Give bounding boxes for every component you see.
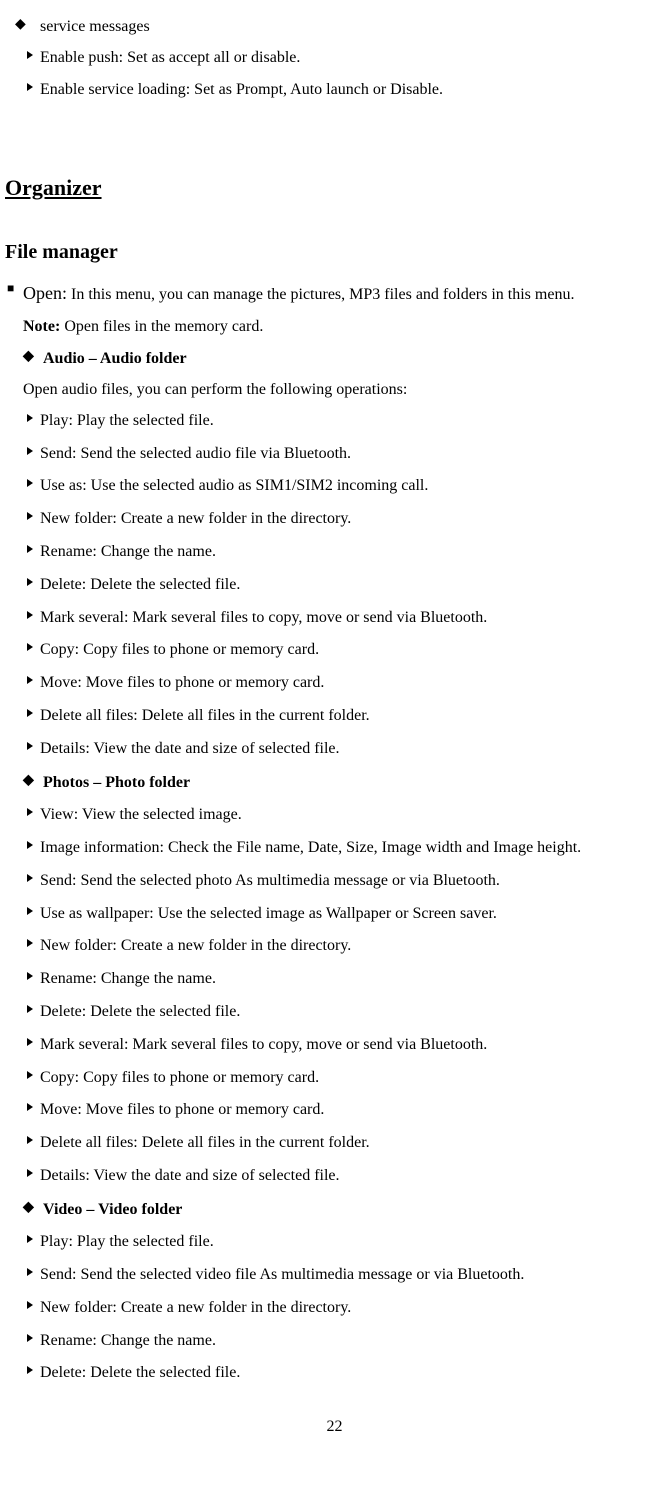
list-item: Move: Move files to phone or memory card…	[5, 669, 664, 698]
service-messages-text: service messages	[40, 18, 150, 35]
list-item: Rename: Change the name.	[5, 538, 664, 567]
enable-service-loading-text: Enable service loading: Set as Prompt, A…	[40, 81, 443, 98]
list-item: Play: Play the selected file.	[5, 407, 664, 436]
audio-folder-heading: Audio – Audio folder	[5, 346, 664, 372]
list-item: Use as wallpaper: Use the selected image…	[5, 900, 664, 929]
list-item: View: View the selected image.	[5, 801, 664, 830]
open-desc: In this menu, you can manage the picture…	[67, 286, 574, 303]
list-item: Delete: Delete the selected file.	[5, 571, 664, 600]
list-item: Delete: Delete the selected file.	[5, 1359, 664, 1388]
open-label: Open:	[23, 283, 67, 303]
enable-push-item: Enable push: Set as accept all or disabl…	[5, 44, 664, 73]
list-item: Delete all files: Delete all files in th…	[5, 1129, 664, 1158]
list-item: Image information: Check the File name, …	[5, 834, 664, 863]
list-item: Rename: Change the name.	[5, 1327, 664, 1356]
list-item: Play: Play the selected file.	[5, 1228, 664, 1257]
note-label: Note:	[23, 318, 60, 335]
note-line: Note: Open files in the memory card.	[5, 314, 664, 340]
list-item: Use as: Use the selected audio as SIM1/S…	[5, 472, 664, 501]
photos-folder-heading: Photos – Photo folder	[5, 770, 664, 796]
list-item: Rename: Change the name.	[5, 965, 664, 994]
video-folder-heading: Video – Video folder	[5, 1197, 664, 1223]
list-item: Send: Send the selected photo As multime…	[5, 867, 664, 896]
list-item: Send: Send the selected video file As mu…	[5, 1261, 664, 1290]
list-item: New folder: Create a new folder in the d…	[5, 505, 664, 534]
audio-intro: Open audio files, you can perform the fo…	[5, 377, 664, 403]
open-item: Open: In this menu, you can manage the p…	[5, 279, 664, 308]
list-item: Delete: Delete the selected file.	[5, 998, 664, 1027]
list-item: Copy: Copy files to phone or memory card…	[5, 1064, 664, 1093]
list-item: Move: Move files to phone or memory card…	[5, 1096, 664, 1125]
enable-service-loading-item: Enable service loading: Set as Prompt, A…	[5, 76, 664, 105]
list-item: Copy: Copy files to phone or memory card…	[5, 636, 664, 665]
list-item: Delete all files: Delete all files in th…	[5, 702, 664, 731]
file-manager-heading: File manager	[5, 241, 664, 264]
organizer-heading: Organizer	[5, 175, 664, 201]
list-item: New folder: Create a new folder in the d…	[5, 1294, 664, 1323]
list-item: Mark several: Mark several files to copy…	[5, 1031, 664, 1060]
page-number: 22	[5, 1418, 664, 1436]
list-item: Details: View the date and size of selec…	[5, 1162, 664, 1191]
list-item: Details: View the date and size of selec…	[5, 735, 664, 764]
list-item: Mark several: Mark several files to copy…	[5, 604, 664, 633]
enable-push-text: Enable push: Set as accept all or disabl…	[40, 49, 300, 66]
list-item: New folder: Create a new folder in the d…	[5, 932, 664, 961]
service-messages-item: service messages	[5, 14, 664, 40]
list-item: Send: Send the selected audio file via B…	[5, 440, 664, 469]
note-desc: Open files in the memory card.	[60, 318, 263, 335]
